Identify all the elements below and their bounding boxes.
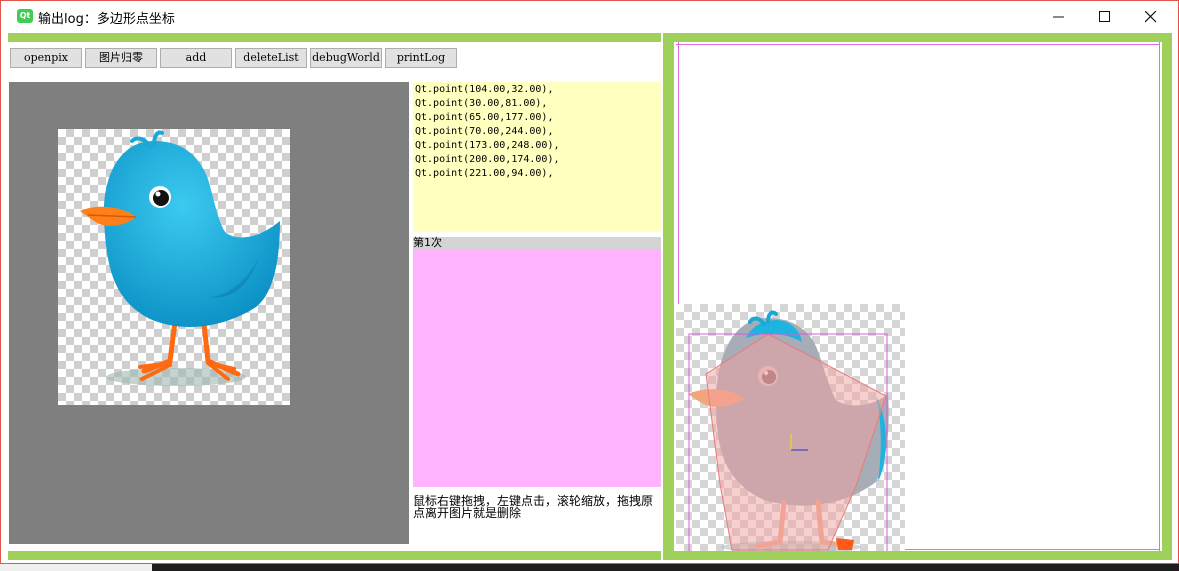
frame-top-left [8, 33, 661, 42]
image-view[interactable] [9, 82, 409, 544]
polygon-editor-view[interactable] [676, 42, 1162, 551]
openpix-button[interactable]: openpix [10, 48, 82, 68]
usage-hint: 鼠标右键拖拽，左键点击，滚轮缩放，拖拽原点离开图片就是删除 [413, 494, 654, 520]
count-label: 第1次 [413, 237, 661, 249]
minimize-button[interactable] [1036, 1, 1082, 32]
pink-panel [413, 249, 661, 487]
add-button[interactable]: add [160, 48, 232, 68]
taskbar-light-segment [0, 564, 152, 571]
log-lines: Qt.point(104.00,32.00), Qt.point(30.00,8… [413, 82, 661, 181]
left-panel: openpix 图片归零 add deleteList debugWorld p… [8, 42, 661, 551]
title-bar[interactable]: Qt 输出log：多边形点坐标 [1, 1, 1178, 32]
bird-image-with-polygon-overlay [688, 310, 889, 551]
log-line: Qt.point(65.00,177.00), [415, 112, 554, 123]
qt-app-icon: Qt [17, 9, 33, 23]
log-output[interactable]: Qt.point(104.00,32.00), Qt.point(30.00,8… [413, 82, 661, 232]
debug-world-button[interactable]: debugWorld [310, 48, 382, 68]
window-title: 输出log：多边形点坐标 [38, 12, 175, 27]
taskbar-strip [0, 564, 1179, 571]
log-line: Qt.point(173.00,248.00), [415, 140, 560, 151]
log-line: Qt.point(70.00,244.00), [415, 126, 554, 137]
bird-image [80, 130, 280, 386]
frame-splitter[interactable] [663, 33, 674, 560]
log-line: Qt.point(221.00,94.00), [415, 168, 554, 179]
frame-bottom-right [674, 551, 1172, 560]
log-line: Qt.point(104.00,32.00), [415, 84, 554, 95]
maximize-button[interactable] [1082, 1, 1128, 32]
frame-top-right [674, 33, 1172, 42]
minimize-icon [1053, 16, 1064, 18]
log-line: Qt.point(200.00,174.00), [415, 154, 560, 165]
maximize-icon [1099, 11, 1110, 22]
app-window: Qt 输出log：多边形点坐标 openpix 图片归零 add deleteL… [0, 0, 1179, 564]
delete-list-button[interactable]: deleteList [235, 48, 307, 68]
log-line: Qt.point(30.00,81.00), [415, 98, 548, 109]
close-icon [1145, 11, 1157, 23]
print-log-button[interactable]: printLog [385, 48, 457, 68]
transparent-image-area[interactable] [58, 129, 290, 405]
close-button[interactable] [1128, 1, 1174, 32]
reset-image-button[interactable]: 图片归零 [85, 48, 157, 68]
frame-right [1162, 33, 1172, 560]
frame-bottom-left [8, 551, 661, 560]
